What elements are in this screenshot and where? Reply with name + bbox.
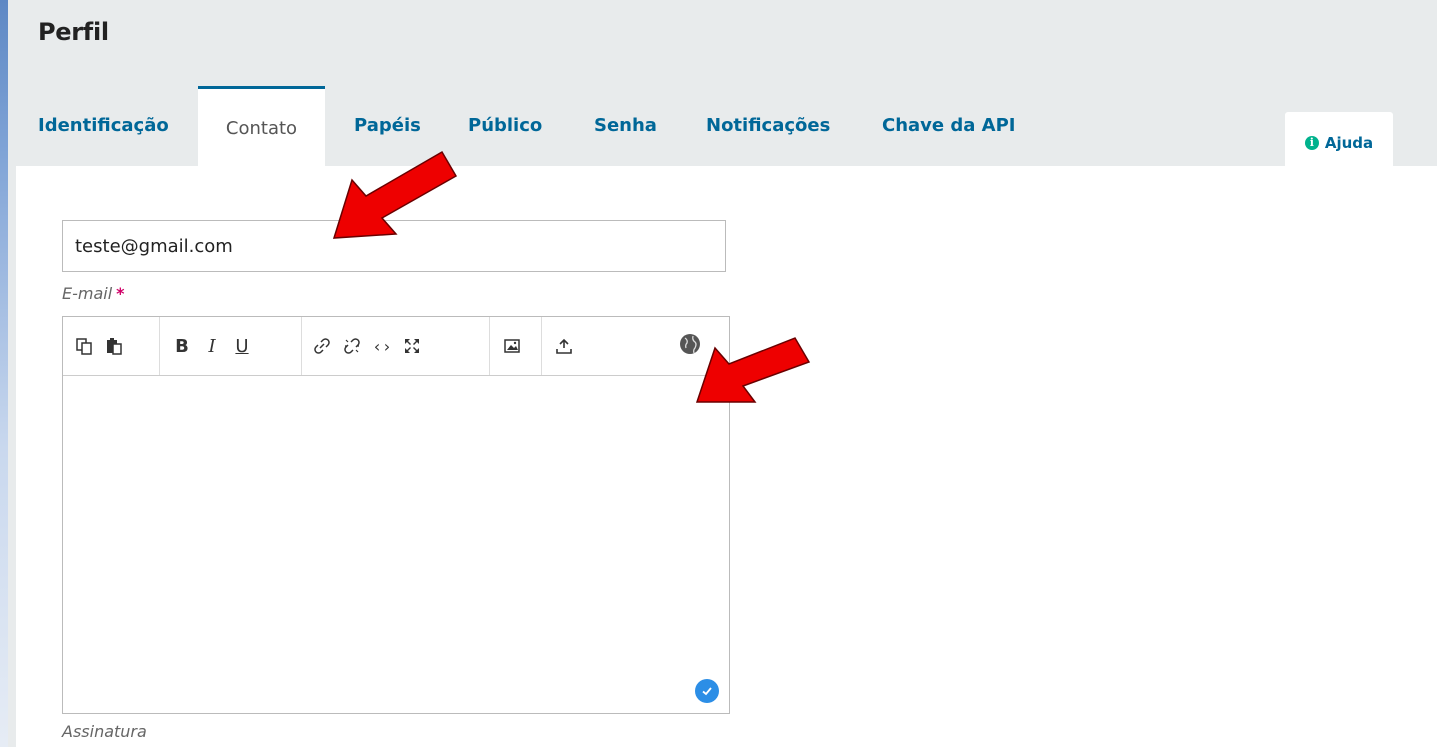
- toolbar-group-format: B I U: [167, 317, 257, 375]
- page-title: Perfil: [38, 18, 109, 46]
- underline-icon[interactable]: U: [227, 331, 257, 361]
- annotation-arrow-signature: [695, 337, 811, 403]
- email-label: E-mail *: [62, 284, 125, 303]
- tab-notificacoes[interactable]: Notificações: [706, 86, 830, 166]
- tab-publico[interactable]: Público: [468, 86, 542, 166]
- toolbar-group-clipboard: [69, 317, 129, 375]
- contact-form: E-mail* B I U: [16, 166, 1437, 747]
- bold-icon[interactable]: B: [167, 331, 197, 361]
- link-icon[interactable]: [307, 331, 337, 361]
- code-icon[interactable]: ‹›: [367, 331, 397, 361]
- fullscreen-icon[interactable]: [397, 331, 427, 361]
- tab-chave-api[interactable]: Chave da API: [882, 86, 1016, 166]
- upload-icon[interactable]: [549, 331, 579, 361]
- required-mark: *: [116, 284, 125, 303]
- image-icon[interactable]: [497, 331, 527, 361]
- copy-icon[interactable]: [69, 331, 99, 361]
- tab-contato[interactable]: Contato: [198, 86, 325, 166]
- signature-label: Assinatura: [62, 722, 147, 741]
- signature-editor: B I U ‹›: [62, 316, 730, 714]
- signature-textarea[interactable]: [63, 375, 729, 713]
- editor-toolbar: B I U ‹›: [63, 317, 729, 376]
- check-icon: [695, 679, 719, 703]
- unlink-icon[interactable]: [337, 331, 367, 361]
- italic-icon[interactable]: I: [197, 331, 227, 361]
- email-label-text: E-mail: [62, 284, 113, 303]
- help-label: Ajuda: [1324, 134, 1374, 152]
- toolbar-group-media: [497, 317, 527, 375]
- toolbar-group-upload: [549, 317, 579, 375]
- tab-senha[interactable]: Senha: [594, 86, 657, 166]
- annotation-arrow-email: [332, 150, 458, 239]
- help-tab[interactable]: i Ajuda: [1285, 112, 1393, 166]
- paste-icon[interactable]: [99, 331, 129, 361]
- toolbar-group-insert: ‹›: [307, 317, 427, 375]
- tab-identificacao[interactable]: Identificação: [38, 86, 169, 166]
- info-icon: i: [1304, 136, 1319, 150]
